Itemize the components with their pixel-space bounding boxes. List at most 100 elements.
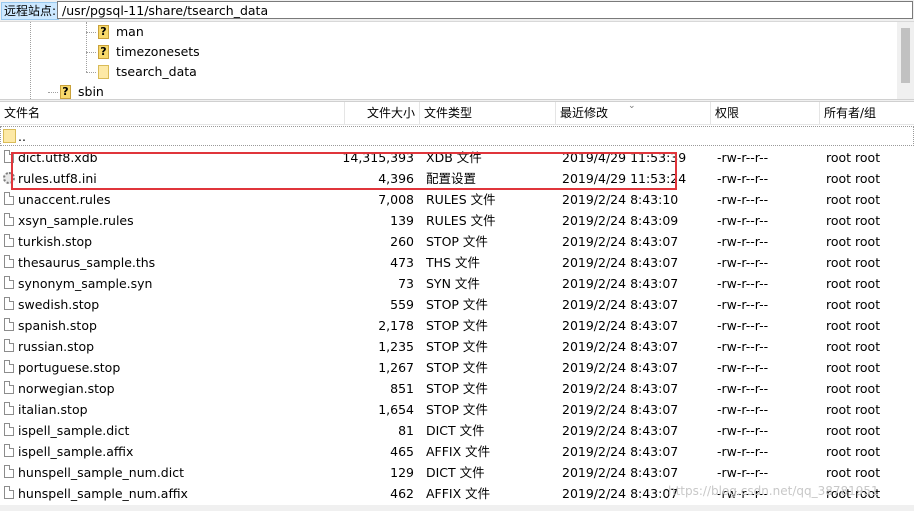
file-name: thesaurus_sample.ths xyxy=(18,255,156,270)
column-header-size[interactable]: 文件大小 xyxy=(345,102,420,124)
file-icon xyxy=(4,150,14,163)
file-icon xyxy=(4,339,14,352)
file-row[interactable]: rules.utf8.ini 4,396 配置设置 2019/4/29 11:53:2… xyxy=(0,168,914,189)
parent-directory-row[interactable]: .. xyxy=(0,126,914,147)
column-header-name[interactable]: 文件名 xyxy=(0,102,345,124)
file-row[interactable]: ispell_sample.dict 81 DICT 文件 2019/2/24 8:4… xyxy=(0,420,914,441)
file-size: 2,178 xyxy=(378,318,414,333)
file-size: 1,235 xyxy=(378,339,414,354)
column-header-type[interactable]: 文件类型 xyxy=(420,102,556,124)
file-permissions: -rw-r--r-- xyxy=(717,276,769,291)
file-modified: 2019/2/24 8:43:09 xyxy=(562,213,679,228)
tree-guide-line xyxy=(48,92,58,93)
file-name: italian.stop xyxy=(18,402,88,417)
file-name: hunspell_sample_num.affix xyxy=(18,486,188,501)
file-icon xyxy=(4,444,14,457)
file-size: 1,654 xyxy=(378,402,414,417)
settings-file-icon xyxy=(3,172,15,184)
tree-item-label: timezonesets xyxy=(116,44,200,59)
tree-scrollbar[interactable] xyxy=(897,22,914,99)
file-row[interactable]: norwegian.stop 851 STOP 文件 2019/2/24 8:43:0… xyxy=(0,378,914,399)
file-row[interactable]: swedish.stop 559 STOP 文件 2019/2/24 8:43:07 -… xyxy=(0,294,914,315)
remote-site-label: 远程站点: xyxy=(1,2,60,20)
file-owner: root root xyxy=(826,297,881,312)
file-row[interactable]: portuguese.stop 1,267 STOP 文件 2019/2/24 8:4… xyxy=(0,357,914,378)
file-modified: 2019/2/24 8:43:07 xyxy=(562,381,679,396)
file-owner: root root xyxy=(826,150,881,165)
file-type: STOP 文件 xyxy=(426,234,488,249)
file-row[interactable]: hunspell_sample_num.dict 129 DICT 文件 2019/2… xyxy=(0,462,914,483)
file-permissions: -rw-r--r-- xyxy=(717,360,769,375)
file-type: 配置设置 xyxy=(426,171,477,186)
file-permissions: -rw-r--r-- xyxy=(717,255,769,270)
file-type: AFFIX 文件 xyxy=(426,444,491,459)
file-permissions: -rw-r--r-- xyxy=(717,318,769,333)
file-icon xyxy=(4,276,14,289)
file-permissions: -rw-r--r-- xyxy=(717,213,769,228)
file-permissions: -rw-r--r-- xyxy=(717,423,769,438)
file-owner: root root xyxy=(826,192,881,207)
tree-scrollbar-thumb[interactable] xyxy=(901,28,910,83)
file-list: .. dict.utf8.xdb 14,315,393 XDB 文件 2019/4/2… xyxy=(0,126,914,506)
file-size: 129 xyxy=(390,465,414,480)
column-header-permissions[interactable]: 权限 xyxy=(711,102,820,124)
file-owner: root root xyxy=(826,423,881,438)
file-modified: 2019/2/24 8:43:07 xyxy=(562,234,679,249)
file-name: ispell_sample.dict xyxy=(18,423,130,438)
file-size: 81 xyxy=(398,423,414,438)
file-row[interactable]: thesaurus_sample.ths 473 THS 文件 2019/2/24 8… xyxy=(0,252,914,273)
file-icon xyxy=(4,213,14,226)
file-modified: 2019/2/24 8:43:07 xyxy=(562,423,679,438)
file-name: russian.stop xyxy=(18,339,95,354)
file-icon xyxy=(4,465,14,478)
file-row[interactable]: xsyn_sample.rules 139 RULES 文件 2019/2/24 8:… xyxy=(0,210,914,231)
file-row[interactable]: italian.stop 1,654 STOP 文件 2019/2/24 8:43:0… xyxy=(0,399,914,420)
file-row[interactable]: dict.utf8.xdb 14,315,393 XDB 文件 2019/4/29 1… xyxy=(0,147,914,168)
file-size: 559 xyxy=(390,297,414,312)
file-permissions: -rw-r--r-- xyxy=(717,444,769,459)
file-list-header: 文件名 文件大小 文件类型 最近修改 ⌄ 权限 所有者/组 xyxy=(0,101,914,125)
file-row[interactable]: unaccent.rules 7,008 RULES 文件 2019/2/24 8:4… xyxy=(0,189,914,210)
file-icon xyxy=(4,234,14,247)
question-folder-icon: ? xyxy=(60,85,71,99)
folder-icon xyxy=(3,129,16,143)
column-header-owner[interactable]: 所有者/组 xyxy=(820,102,914,124)
watermark-text: https://blog.csdn.net/qq_38781951 xyxy=(668,484,879,498)
file-row[interactable]: russian.stop 1,235 STOP 文件 2019/2/24 8:43:0… xyxy=(0,336,914,357)
file-size: 1,267 xyxy=(378,360,414,375)
file-size: 462 xyxy=(390,486,414,501)
remote-path-input[interactable]: /usr/pgsql-11/share/tsearch_data xyxy=(57,1,913,19)
file-modified: 2019/2/24 8:43:07 xyxy=(562,444,679,459)
tree-item-label: tsearch_data xyxy=(116,64,197,79)
file-type: STOP 文件 xyxy=(426,339,488,354)
directory-tree: ? man ? timezonesets tsearch_data ? sbin xyxy=(0,22,914,99)
file-row[interactable]: ispell_sample.affix 465 AFFIX 文件 2019/2/24 … xyxy=(0,441,914,462)
file-icon xyxy=(4,360,14,373)
file-modified: 2019/4/29 11:53:39 xyxy=(562,150,687,165)
file-modified: 2019/2/24 8:43:07 xyxy=(562,297,679,312)
file-name: rules.utf8.ini xyxy=(18,171,97,186)
remote-path-bar: 远程站点: /usr/pgsql-11/share/tsearch_data xyxy=(0,0,914,22)
file-owner: root root xyxy=(826,234,881,249)
file-name: swedish.stop xyxy=(18,297,100,312)
question-folder-icon: ? xyxy=(98,45,109,59)
file-row[interactable]: spanish.stop 2,178 STOP 文件 2019/2/24 8:43:0… xyxy=(0,315,914,336)
folder-icon xyxy=(98,65,109,79)
file-row[interactable]: turkish.stop 260 STOP 文件 2019/2/24 8:43:07 -… xyxy=(0,231,914,252)
file-owner: root root xyxy=(826,339,881,354)
file-size: 14,315,393 xyxy=(342,150,414,165)
file-permissions: -rw-r--r-- xyxy=(717,465,769,480)
tree-guide-line xyxy=(86,52,96,53)
file-owner: root root xyxy=(826,360,881,375)
file-icon xyxy=(4,318,14,331)
file-row[interactable]: synonym_sample.syn 73 SYN 文件 2019/2/24 8:43… xyxy=(0,273,914,294)
file-owner: root root xyxy=(826,402,881,417)
file-owner: root root xyxy=(826,255,881,270)
file-icon xyxy=(4,402,14,415)
file-modified: 2019/2/24 8:43:07 xyxy=(562,255,679,270)
file-name: xsyn_sample.rules xyxy=(18,213,134,228)
file-modified: 2019/2/24 8:43:07 xyxy=(562,276,679,291)
file-type: RULES 文件 xyxy=(426,192,496,207)
file-name: norwegian.stop xyxy=(18,381,115,396)
file-icon xyxy=(4,381,14,394)
